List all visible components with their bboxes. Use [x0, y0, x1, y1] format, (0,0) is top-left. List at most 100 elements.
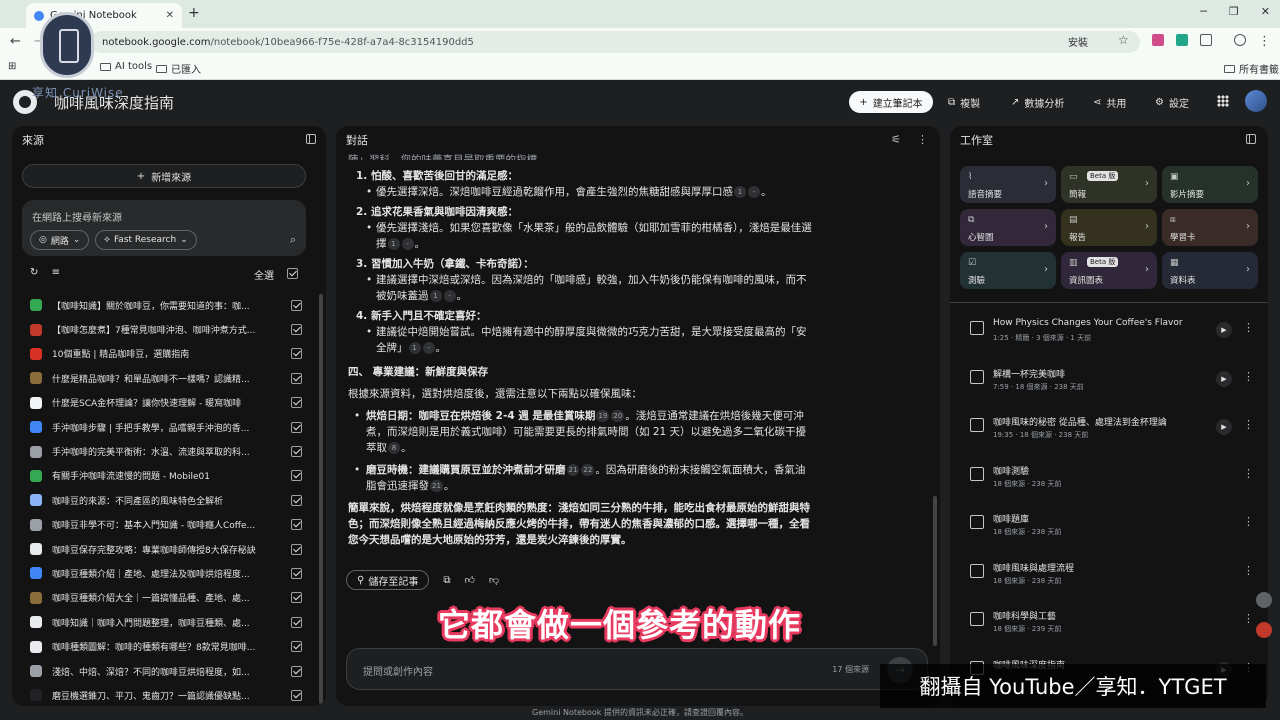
collapse-panel-icon[interactable] — [306, 134, 316, 144]
more-vert-icon[interactable]: ⋮ — [917, 133, 928, 146]
source-checkbox[interactable] — [291, 616, 302, 628]
back-icon[interactable]: ← — [10, 34, 21, 49]
citation-chip[interactable]: 1 — [408, 342, 421, 354]
studio-note-item[interactable]: 咖啡風味與處理流程 18 個來源 · 238 天前 ⋮ — [966, 551, 1256, 600]
more-vert-icon[interactable]: ⋮ — [1243, 418, 1254, 431]
source-item[interactable]: 【咖啡知識】關於咖啡豆，你需要知道的事：咖... — [30, 293, 302, 317]
source-item[interactable]: 10個重點 | 精品咖啡豆，選購指南 — [30, 342, 302, 366]
source-checkbox[interactable] — [291, 519, 302, 531]
source-checkbox[interactable] — [291, 543, 302, 555]
create-notebook-button[interactable]: + 建立筆記本 — [849, 91, 933, 113]
source-item[interactable]: 咖啡豆種類介紹｜產地、處理法及咖啡烘焙程度... — [30, 561, 302, 585]
thumbs-down-icon[interactable]: 👎︎ — [489, 574, 499, 586]
citation-chip[interactable]: 1 — [734, 186, 746, 198]
select-all-checkbox[interactable] — [287, 268, 298, 279]
play-icon[interactable]: ▶ — [1216, 322, 1232, 338]
source-checkbox[interactable] — [291, 348, 302, 360]
studio-note-item[interactable]: How Physics Changes Your Coffee's Flavor… — [966, 308, 1256, 357]
save-to-note-button[interactable]: ⚲ 儲存至記事 — [346, 570, 430, 590]
citation-chip[interactable]: 8 — [388, 442, 400, 454]
browser-menu-icon[interactable]: ⋮ — [1258, 34, 1271, 49]
floating-action-icon[interactable] — [1256, 622, 1272, 638]
source-checkbox[interactable] — [291, 421, 302, 433]
refresh-icon[interactable]: ↻ — [30, 267, 38, 278]
citation-chip[interactable]: 21 — [566, 464, 580, 476]
source-checkbox[interactable] — [291, 299, 302, 311]
extensions-puzzle-icon[interactable] — [1200, 34, 1212, 46]
source-checkbox[interactable] — [291, 641, 302, 653]
source-item[interactable]: 咖啡種類圖解：咖啡的種類有哪些？8款常見咖啡... — [30, 634, 302, 658]
studio-tile[interactable]: ▤ 報告 › — [1061, 209, 1157, 246]
bookmark-star-icon[interactable]: ☆ — [1118, 33, 1129, 47]
apps-grid-icon[interactable]: ⊞ — [8, 61, 16, 72]
source-item[interactable]: 手沖咖啡步驟 | 手把手教學，品嚐親手沖泡的香... — [30, 415, 302, 439]
source-item[interactable]: 咖啡豆種類介紹大全｜一篇搞懂品種、產地、處... — [30, 586, 302, 610]
chat-input[interactable]: 提問或創作內容 17 個來源 → — [346, 648, 928, 690]
floating-action-icon[interactable] — [1256, 592, 1272, 608]
apps-grid-icon[interactable] — [1217, 95, 1229, 107]
source-checkbox[interactable] — [291, 494, 302, 506]
source-item[interactable]: 磨豆機選錐刀、平刀、鬼齒刀？一篇認識優缺點... — [30, 683, 302, 706]
scrollbar[interactable] — [933, 496, 937, 646]
install-app-button[interactable]: 安裝 — [1068, 34, 1088, 49]
citation-chip[interactable]: - — [443, 290, 456, 302]
search-icon[interactable]: ⌕ — [290, 233, 296, 247]
studio-tile[interactable]: ▣ 影片摘要 › — [1162, 166, 1258, 203]
citation-chip[interactable]: 19 — [596, 410, 610, 422]
source-item[interactable]: 手沖咖啡的完美平衡術：水溫、流速與萃取的科... — [30, 439, 302, 463]
source-item[interactable]: 咖啡知識｜咖啡入門問題整理，咖啡豆種類、處... — [30, 610, 302, 634]
source-checkbox[interactable] — [291, 592, 302, 604]
new-tab-icon[interactable]: + — [188, 5, 200, 21]
citation-chip[interactable]: 1 — [387, 238, 400, 250]
copy-button[interactable]: ⧉ 複製 — [948, 91, 980, 113]
source-checkbox[interactable] — [291, 397, 302, 409]
bookmark-folder-imported[interactable]: 已匯入 — [156, 61, 201, 76]
source-item[interactable]: 淺焙、中焙、深焙？不同的咖啡豆烘焙程度，如... — [30, 659, 302, 683]
citation-chip[interactable]: 20 — [611, 410, 625, 422]
address-bar[interactable]: notebook.google.com/notebook/10bea966-f7… — [90, 31, 1140, 53]
more-vert-icon[interactable]: ⋮ — [1243, 321, 1254, 334]
thumbs-up-icon[interactable]: 👍︎ — [464, 574, 474, 586]
source-item[interactable]: 咖啡豆保存完整攻略：專業咖啡師傳授8大保存秘訣 — [30, 537, 302, 561]
bookmark-folder-ai-tools[interactable]: AI tools — [100, 61, 152, 72]
more-vert-icon[interactable]: ⋮ — [1243, 612, 1254, 625]
studio-tile[interactable]: ▦ 資料表 › — [1162, 252, 1258, 289]
extension-icon[interactable] — [1176, 34, 1188, 46]
web-search-box[interactable]: 在網路上搜尋新來源 ◎ 網路 ⌄ ⟡ Fast Research ⌄ ⌕ — [22, 200, 306, 256]
source-checkbox[interactable] — [291, 689, 302, 701]
more-vert-icon[interactable]: ⋮ — [1243, 370, 1254, 383]
studio-note-item[interactable]: 咖啡題庫 18 個來源 · 238 天前 ⋮ — [966, 502, 1256, 551]
restore-icon[interactable]: ❐ — [1229, 5, 1239, 18]
source-checkbox[interactable] — [291, 372, 302, 384]
play-icon[interactable]: ▶ — [1216, 370, 1232, 387]
avatar[interactable] — [1245, 90, 1267, 112]
minimize-icon[interactable]: ─ — [1200, 5, 1207, 18]
copy-icon[interactable]: ⧉ — [443, 575, 450, 586]
tune-icon[interactable]: ⚟ — [891, 133, 901, 146]
source-item[interactable]: 什麼是SCA金杯理論？讓你快速理解 - 暖窩咖啡 — [30, 391, 302, 415]
studio-tile[interactable]: ⧈ 學習卡 › — [1162, 209, 1258, 246]
studio-tile[interactable]: ⧉ 心智圖 › — [960, 209, 1056, 246]
collapse-panel-icon[interactable] — [1246, 134, 1256, 144]
studio-note-item[interactable]: 咖啡風味的秘密 從品種、處理法到金杯理論 19:35 · 18 個來源 · 238… — [966, 405, 1256, 454]
settings-button[interactable]: ⚙ 設定 — [1155, 91, 1189, 113]
play-icon[interactable]: ▶ — [1216, 419, 1232, 435]
fast-research-chip[interactable]: ⟡ Fast Research ⌄ — [95, 230, 197, 250]
studio-note-item[interactable]: 咖啡測驗 18 個來源 · 238 天前 ⋮ — [966, 454, 1256, 503]
studio-tile[interactable]: ☑ 測驗 › — [960, 252, 1056, 289]
source-checkbox[interactable] — [291, 470, 302, 482]
citation-chip[interactable]: 21 — [430, 480, 443, 492]
source-checkbox[interactable] — [291, 567, 302, 579]
studio-note-item[interactable]: 咖啡科學與工藝 18 個來源 · 239 天前 ⋮ — [966, 599, 1256, 648]
source-item[interactable]: 什麼是精品咖啡？和單品咖啡不一樣嗎？認識精... — [30, 366, 302, 390]
source-checkbox[interactable] — [291, 665, 302, 677]
studio-note-item[interactable]: 解構一杯完美咖啡 7:59 · 18 個來源 · 238 天前 ▶ ⋮ — [966, 357, 1256, 406]
profile-icon[interactable] — [1234, 34, 1246, 46]
extension-icon[interactable] — [1152, 34, 1164, 46]
source-item[interactable]: 咖啡豆非學不可：基本入門知識 - 咖啡癮人Coffe... — [30, 513, 302, 537]
citation-chip[interactable]: - — [422, 342, 435, 354]
source-item[interactable]: 有關手沖咖啡流速慢的問題 - Mobile01 — [30, 464, 302, 488]
source-checkbox[interactable] — [291, 446, 302, 458]
close-tab-icon[interactable]: ✕ — [166, 10, 174, 21]
source-checkbox[interactable] — [291, 324, 302, 336]
